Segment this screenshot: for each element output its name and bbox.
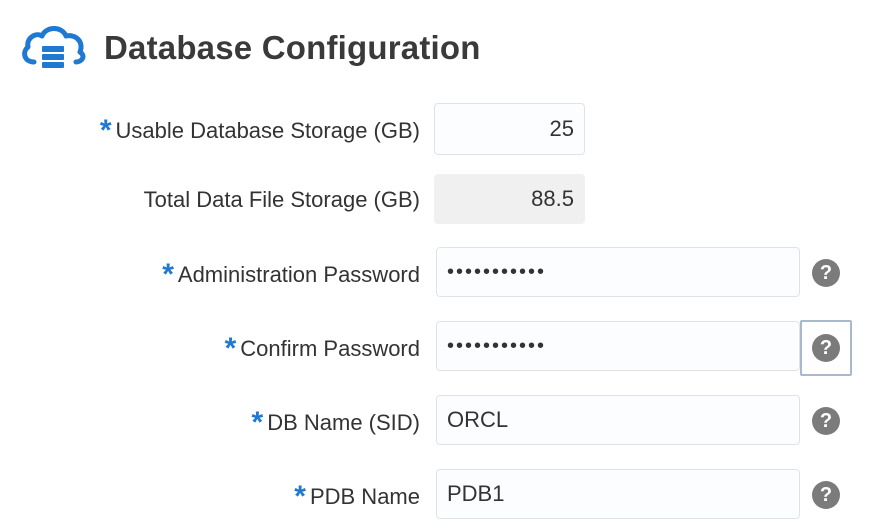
total-storage-readonly	[434, 174, 585, 224]
confirm-password-input[interactable]	[436, 321, 800, 371]
admin-password-label: * Administration Password	[162, 258, 420, 291]
required-marker: *	[224, 332, 237, 365]
required-marker: *	[99, 114, 112, 147]
usable-storage-label: * Usable Database Storage (GB)	[99, 114, 420, 147]
confirm-password-row: * Confirm Password	[0, 321, 872, 373]
help-icon[interactable]: ?	[812, 481, 840, 509]
confirm-password-label: * Confirm Password	[224, 332, 420, 365]
help-icon[interactable]: ?	[812, 334, 840, 362]
pdb-name-input[interactable]	[436, 469, 800, 519]
admin-password-row: *Administration Password ?	[0, 247, 872, 299]
pdb-name-label: * PDB Name	[294, 480, 420, 513]
help-icon[interactable]: ?	[812, 259, 840, 287]
db-name-label: * DB Name (SID)	[251, 406, 420, 439]
help-icon[interactable]: ?	[812, 407, 840, 435]
page-title: Database Configuration	[104, 29, 481, 66]
admin-password-input[interactable]	[436, 247, 800, 297]
usable-storage-input[interactable]	[434, 103, 585, 155]
usable-storage-row: * Usable Database Storage (GB)	[0, 103, 872, 155]
pdb-name-row: *PDB Name ?	[0, 469, 872, 521]
cloud-database-icon	[22, 26, 86, 68]
help-button-focused[interactable]: ?	[800, 320, 852, 376]
required-marker: *	[251, 406, 264, 439]
db-name-row: *DB Name (SID) ?	[0, 395, 872, 447]
section-header: Database Configuration	[20, 22, 481, 74]
required-marker: *	[162, 258, 174, 291]
required-marker: *	[294, 480, 306, 513]
total-storage-row: Total Data File Storage (GB)	[0, 174, 872, 226]
db-name-input[interactable]	[436, 395, 800, 445]
total-storage-label: Total Data File Storage (GB)	[143, 187, 420, 212]
